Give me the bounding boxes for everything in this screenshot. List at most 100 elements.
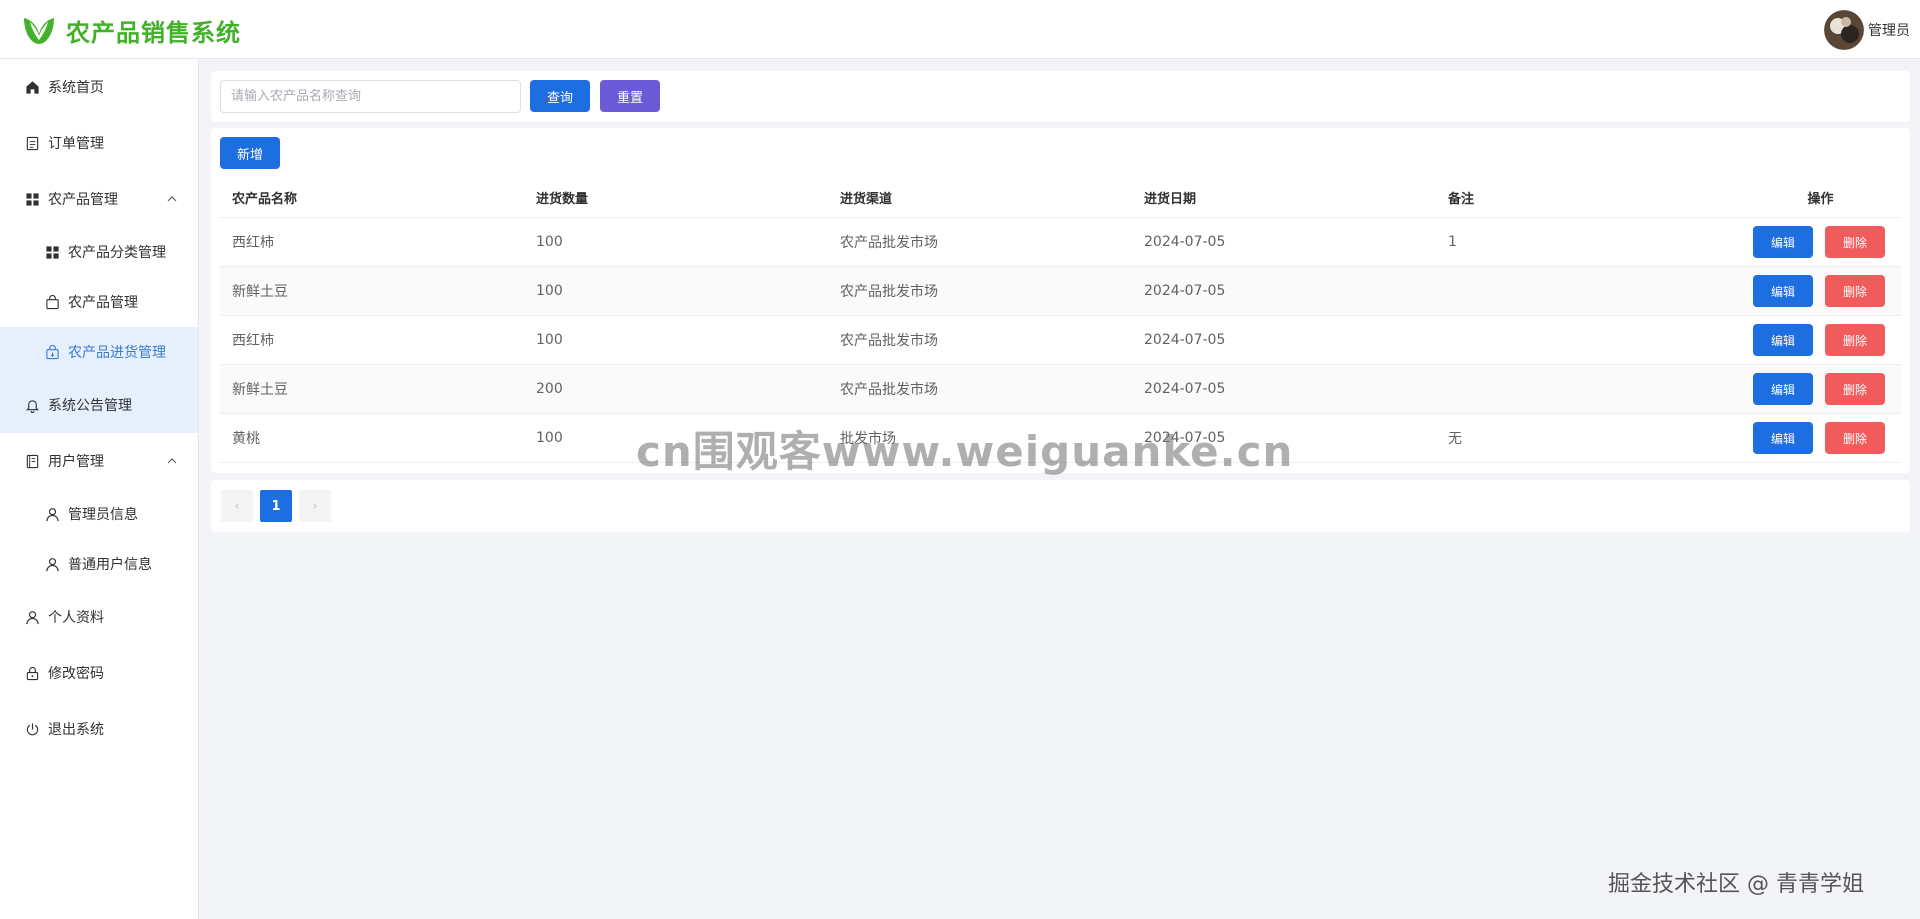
edit-button[interactable]: 编辑 (1753, 226, 1813, 258)
edit-button[interactable]: 编辑 (1753, 324, 1813, 356)
sidebar-item-label: 管理员信息 (68, 507, 138, 523)
lock-icon (24, 665, 40, 681)
table-header: 农产品名称 进货数量 进货渠道 进货日期 备注 操作 (220, 178, 1901, 218)
edit-button[interactable]: 编辑 (1753, 373, 1813, 405)
sidebar-item-user-info[interactable]: 普通用户信息 (0, 539, 198, 589)
grid-icon (44, 244, 60, 260)
delete-button[interactable]: 删除 (1825, 373, 1885, 405)
user-icon (44, 556, 60, 572)
query-button[interactable]: 查询 (530, 80, 590, 112)
sidebar: 系统首页 订单管理 农产品管理 农产品分类管理 农产品管理 农产品进货管理 系统… (0, 59, 199, 919)
sidebar-item-label: 退出系统 (48, 722, 104, 738)
sidebar-item-label: 系统首页 (48, 80, 104, 96)
reset-button[interactable]: 重置 (600, 80, 660, 112)
sidebar-item-product-category[interactable]: 农产品分类管理 (0, 227, 198, 277)
sidebar-item-admin-info[interactable]: 管理员信息 (0, 489, 198, 539)
search-input[interactable] (220, 80, 521, 113)
app-title: 农产品销售系统 (66, 18, 241, 47)
prev-page-button[interactable]: ‹ (221, 490, 253, 522)
next-page-button[interactable]: › (299, 490, 331, 522)
watermark-center: cn围观客www.weiguanke.cn (636, 427, 1294, 476)
sidebar-item-label: 农产品进货管理 (68, 345, 166, 361)
bell-icon (24, 397, 40, 413)
delete-button[interactable]: 删除 (1825, 275, 1885, 307)
cell-date: 2024-07-05 (1144, 332, 1226, 348)
grid-icon (24, 191, 40, 207)
top-header: 农产品销售系统 管理员 (0, 0, 1920, 59)
user-menu[interactable]: 管理员 (1824, 10, 1910, 50)
page-number-button[interactable]: 1 (260, 490, 292, 522)
delete-button[interactable]: 删除 (1825, 226, 1885, 258)
pagination: ‹ 1 › (211, 480, 1910, 532)
column-header: 进货数量 (536, 192, 589, 207)
leaf-logo-icon (24, 18, 54, 44)
notebook-icon (24, 453, 40, 469)
chevron-up-icon (167, 458, 177, 464)
sidebar-item-label: 农产品管理 (48, 192, 118, 208)
sidebar-item-label: 普通用户信息 (68, 557, 152, 573)
cell-quantity: 100 (536, 332, 563, 348)
user-icon (24, 609, 40, 625)
bag-icon (44, 294, 60, 310)
cell-channel: 农产品批发市场 (840, 382, 938, 398)
row-actions: 编辑 删除 (1740, 275, 1901, 307)
sidebar-item-product-manage[interactable]: 农产品管理 (0, 277, 198, 327)
cell-channel: 农产品批发市场 (840, 284, 938, 300)
cell-name: 新鲜土豆 (232, 284, 288, 300)
bag-arrow-icon (44, 344, 60, 360)
sidebar-item-product-purchase[interactable]: 农产品进货管理 (0, 327, 198, 377)
sidebar-item-label: 农产品管理 (68, 295, 138, 311)
cell-note: 1 (1448, 234, 1457, 250)
cell-name: 西红柿 (232, 333, 274, 349)
column-header: 操作 (1807, 192, 1834, 207)
cell-name: 新鲜土豆 (232, 382, 288, 398)
sidebar-item-users[interactable]: 用户管理 (0, 433, 198, 489)
sidebar-item-label: 订单管理 (48, 136, 104, 152)
sidebar-item-profile[interactable]: 个人资料 (0, 589, 198, 645)
document-icon (24, 135, 40, 151)
sidebar-item-announcements[interactable]: 系统公告管理 (0, 377, 198, 433)
chevron-up-icon (167, 196, 177, 202)
sidebar-item-label: 用户管理 (48, 454, 104, 470)
column-header: 农产品名称 (232, 192, 298, 207)
watermark-bottom: 掘金技术社区 @ 青青学姐 (1608, 872, 1864, 897)
cell-quantity: 100 (536, 234, 563, 250)
edit-button[interactable]: 编辑 (1753, 275, 1813, 307)
sidebar-item-label: 个人资料 (48, 610, 104, 626)
delete-button[interactable]: 删除 (1825, 422, 1885, 454)
cell-channel: 农产品批发市场 (840, 333, 938, 349)
cell-quantity: 100 (536, 283, 563, 299)
cell-channel: 农产品批发市场 (840, 235, 938, 251)
row-actions: 编辑 删除 (1740, 373, 1901, 405)
user-icon (44, 506, 60, 522)
cell-note: 无 (1448, 431, 1462, 447)
cell-date: 2024-07-05 (1144, 283, 1226, 299)
sidebar-item-change-password[interactable]: 修改密码 (0, 645, 198, 701)
column-header: 进货日期 (1144, 192, 1197, 207)
row-actions: 编辑 删除 (1740, 324, 1901, 356)
column-header: 备注 (1448, 192, 1475, 207)
power-icon (24, 721, 40, 737)
sidebar-item-label: 修改密码 (48, 666, 104, 682)
table-row: 新鲜土豆 200 农产品批发市场 2024-07-05 编辑 删除 (220, 365, 1901, 414)
cell-name: 西红柿 (232, 235, 274, 251)
cell-quantity: 200 (536, 381, 563, 397)
table-row: 新鲜土豆 100 农产品批发市场 2024-07-05 编辑 删除 (220, 267, 1901, 316)
add-button[interactable]: 新增 (220, 137, 280, 169)
edit-button[interactable]: 编辑 (1753, 422, 1813, 454)
logo: 农产品销售系统 (20, 12, 241, 48)
sidebar-item-products[interactable]: 农产品管理 (0, 171, 198, 227)
row-actions: 编辑 删除 (1740, 226, 1901, 258)
delete-button[interactable]: 删除 (1825, 324, 1885, 356)
sidebar-item-logout[interactable]: 退出系统 (0, 701, 198, 757)
sidebar-item-orders[interactable]: 订单管理 (0, 115, 198, 171)
cell-date: 2024-07-05 (1144, 234, 1226, 250)
home-icon (24, 79, 40, 95)
sidebar-item-label: 农产品分类管理 (68, 245, 166, 261)
user-name[interactable]: 管理员 (1868, 20, 1910, 40)
avatar[interactable] (1824, 10, 1864, 50)
search-panel: 查询 重置 (211, 71, 1910, 122)
sidebar-item-label: 系统公告管理 (48, 398, 132, 414)
table-row: 西红柿 100 农产品批发市场 2024-07-05 编辑 删除 (220, 316, 1901, 365)
sidebar-item-home[interactable]: 系统首页 (0, 59, 198, 115)
